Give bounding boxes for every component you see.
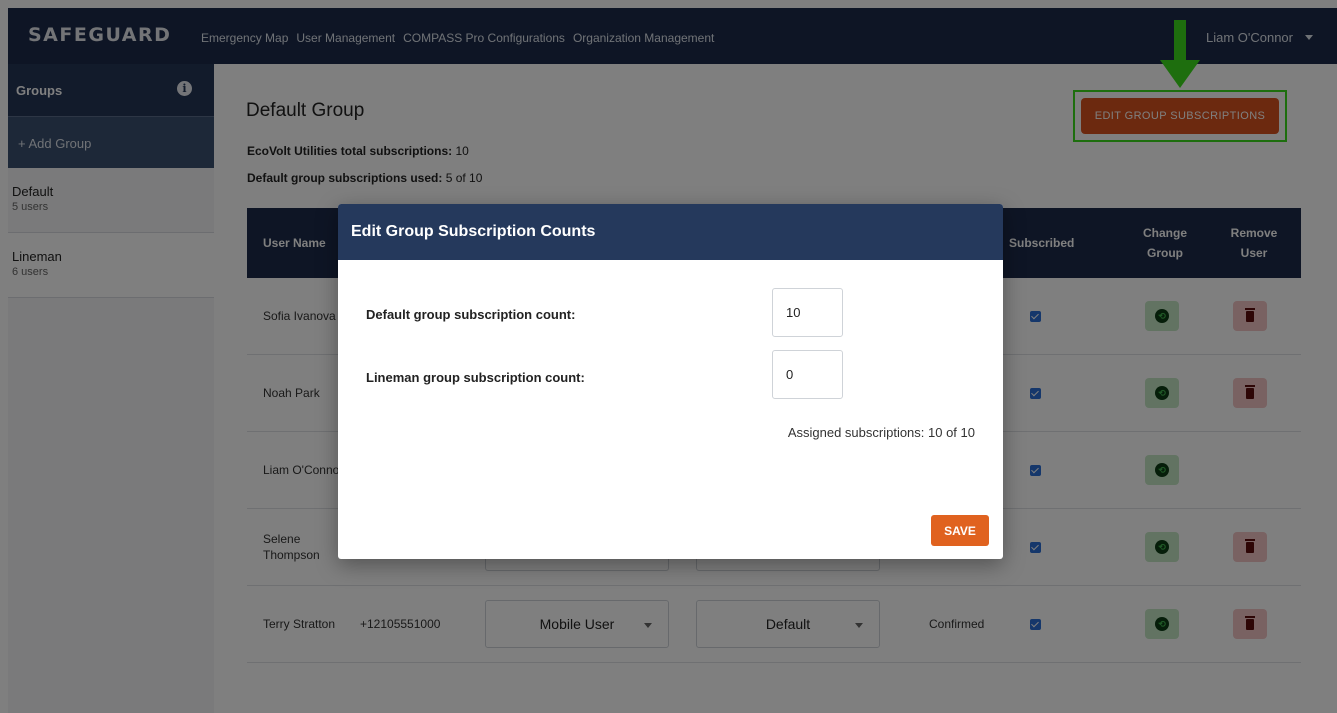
assigned-subscriptions: Assigned subscriptions: 10 of 10: [787, 425, 975, 440]
save-button[interactable]: SAVE: [931, 515, 989, 546]
default-count-label: Default group subscription count:: [366, 307, 576, 322]
default-count-input[interactable]: [772, 288, 843, 337]
edit-subscription-modal: Edit Group Subscription Counts Default g…: [338, 204, 1003, 559]
lineman-count-label: Lineman group subscription count:: [366, 370, 585, 385]
modal-title: Edit Group Subscription Counts: [338, 204, 1003, 260]
lineman-count-input[interactable]: [772, 350, 843, 399]
